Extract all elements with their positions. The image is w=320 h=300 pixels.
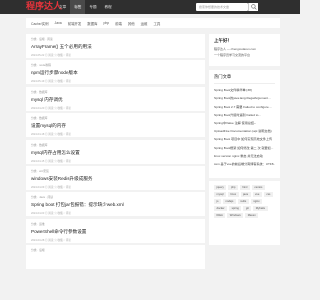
hot-article-link[interactable]: Spring Boot升级时遇到 Failed to... — [214, 112, 275, 117]
list-item[interactable]: 分类 · 数据库 mysql内存占用怎么设置 2024-04-15 ◎ 阅读 ☆… — [26, 139, 205, 164]
article-title[interactable]: Spring boot 打包jar包报错：提示缺少web.xml — [31, 202, 200, 208]
hot-article-link[interactable]: Spring Boot框架 如何修改 第二 次 就要如... — [214, 145, 275, 150]
list-item[interactable]: 分类 · node教程 npm运行步骤node版本 2024-05-19 ◎ 阅… — [26, 60, 205, 85]
tag-item[interactable]: mysql — [214, 192, 227, 197]
tag-item[interactable]: vue — [252, 192, 262, 197]
article-title[interactable]: 设置mysql的内存 — [31, 123, 200, 129]
list-item[interactable]: 分类 · 数据库 mysql 内存调优 2024-04-20 ◎ 阅读 ☆ 收藏… — [26, 86, 205, 111]
article-meta: 分类 · 后端 — [31, 248, 45, 253]
hot-articles-title: 热门文章 — [214, 74, 275, 84]
article-stats: 2024-03-28 ◎ 阅读 ☆ 收藏 ○ 评论 — [31, 238, 71, 242]
nav-tags[interactable]: 标签 — [70, 0, 86, 14]
nav-topics[interactable]: 专题 — [85, 0, 100, 14]
category-database[interactable]: 数据库 — [84, 21, 100, 26]
category-cache[interactable]: Cache/实例 — [28, 21, 52, 26]
article-title[interactable]: ArrayFrame() 五个必用的用法 — [31, 44, 200, 50]
tag-item[interactable]: java — [240, 192, 251, 197]
tag-item[interactable]: IDEA — [214, 213, 226, 218]
article-meta: 分类 · win安装 — [31, 168, 49, 173]
hot-article-link[interactable]: ssm 基于vue的前后端分离博客系统：UTF8... — [214, 161, 275, 166]
article-stats: 2024-05-19 ◎ 阅读 ☆ 收藏 ○ 评论 — [31, 80, 71, 84]
article-meta: 分类 · node教程 — [31, 63, 51, 68]
article-title[interactable]: mysql内存占用怎么设置 — [31, 150, 200, 156]
article-meta: 分类 · 数据库 — [31, 89, 48, 94]
category-bar: Cache/实例 Java 前端开发 数据库 php 前端 其他 运维 工具 — [26, 18, 280, 28]
tag-item[interactable]: jquery — [214, 185, 227, 190]
category-other[interactable]: 其他 — [125, 21, 138, 26]
hot-article-link[interactable]: Spring Boot 项目中 如何实现高效文件上传 — [214, 136, 275, 141]
category-tools[interactable]: 工具 — [150, 21, 163, 26]
tag-item[interactable]: docker — [214, 206, 228, 211]
nav-articles[interactable]: 文章 — [55, 0, 70, 14]
tag-item[interactable]: Windows — [227, 213, 244, 218]
hot-article-link[interactable]: Spring Boot 2.7 需要 Failed to configure .… — [214, 104, 275, 109]
tag-item[interactable]: js — [214, 199, 221, 204]
list-item[interactable]: 分类 · 后端 — [26, 245, 205, 270]
tag-item[interactable]: redis — [237, 199, 249, 204]
article-stats: 2024-04-20 ◎ 阅读 ☆ 收藏 ○ 评论 — [31, 106, 71, 110]
category-java[interactable]: Java — [52, 21, 65, 25]
top-navbar: 程序达人 文章 标签 专题 教程 搜索你想要的技术文章 — [0, 0, 300, 14]
list-item[interactable]: 分类 · 数据库 设置mysql的内存 2024-04-18 ◎ 阅读 ☆ 收藏… — [26, 113, 205, 138]
nav-tutorials[interactable]: 教程 — [101, 0, 116, 14]
article-meta: 分类 · 数据库 — [31, 142, 48, 147]
article-title[interactable]: mysql 内存调优 — [31, 97, 200, 103]
article-stats: 2024-04-09 ◎ 阅读 ☆ 收藏 ○ 评论 — [31, 185, 71, 189]
tag-item[interactable]: Maven — [245, 213, 259, 218]
article-title[interactable]: PowerShell命令行参数设置 — [31, 229, 200, 235]
welcome-card: 上午好！ 程序达人 — chengxudaren.com 一个程序员学习交流的平… — [209, 34, 280, 66]
tag-item[interactable]: Mybatis — [253, 206, 268, 211]
list-item[interactable]: 分类 · 运维 PowerShell命令行参数设置 2024-03-28 ◎ 阅… — [26, 218, 205, 243]
welcome-title: 上午好！ — [214, 38, 232, 43]
search-icon — [251, 4, 257, 10]
tag-cloud: jquery php html centos mysql linux java … — [214, 185, 275, 218]
tag-item[interactable]: php — [228, 185, 238, 190]
article-stats: 2024-04-15 ◎ 阅读 ☆ 收藏 ○ 评论 — [31, 159, 71, 163]
category-frontend-dev[interactable]: 前端开发 — [65, 21, 85, 26]
hot-articles-card: 热门文章 Spring Boot文件精华单 [38] Spring Boot的j… — [209, 70, 280, 178]
search-button[interactable] — [248, 3, 258, 11]
hot-article-link[interactable]: Spring中Value 注解 使用总结~ — [214, 120, 275, 125]
main-nav: 文章 标签 专题 教程 — [55, 0, 116, 14]
category-php[interactable]: php — [100, 21, 112, 25]
hot-article-link[interactable]: Spring Boot的java.lang.IllegalArgument... — [214, 95, 275, 100]
list-item[interactable]: 分类 · Java · 阅读 Spring boot 打包jar包报错：提示缺少… — [26, 192, 205, 217]
tag-cloud-card: jquery php html centos mysql linux java … — [209, 181, 280, 245]
list-item[interactable]: 分类 · win安装 windows安装Redis升级成服务 2024-04-0… — [26, 165, 205, 190]
tag-item[interactable]: spring — [229, 206, 242, 211]
tag-item[interactable]: css — [263, 192, 273, 197]
welcome-desc: 一个程序员学习交流的平台 — [214, 53, 251, 57]
article-stats: 2024-04-18 ◎ 阅读 ☆ 收藏 ○ 评论 — [31, 133, 71, 137]
hot-article-link[interactable]: UploadFive Documentation (api 说明文档) — [214, 128, 275, 133]
category-ops[interactable]: 运维 — [138, 21, 151, 26]
category-frontend[interactable]: 前端 — [112, 21, 125, 26]
tag-item[interactable]: nginx — [250, 199, 263, 204]
hot-article-link[interactable]: linux version nginx 重启 并无法启动 — [214, 153, 275, 158]
article-meta: 分类 · 运维 — [31, 221, 45, 226]
article-stats: 2024-04-03 ◎ 阅读 ☆ 收藏 ○ 评论 — [31, 212, 71, 216]
article-title[interactable]: windows安装Redis升级成服务 — [31, 176, 200, 182]
welcome-url: 程序达人 — chengxudaren.com — [214, 47, 257, 51]
article-meta: 分类 · 后端 · 阅读 — [31, 37, 53, 41]
article-title[interactable]: npm运行步骤node版本 — [31, 70, 200, 76]
hot-article-link[interactable]: Spring Boot文件精华单 [38] — [214, 87, 275, 92]
tag-item[interactable]: nodejs — [222, 199, 236, 204]
article-meta: 分类 · 数据库 — [31, 116, 48, 121]
article-list: 分类 · 后端 · 阅读 ArrayFrame() 五个必用的用法 2024-0… — [26, 34, 205, 272]
tag-item[interactable]: git — [243, 206, 252, 211]
search-input[interactable]: 搜索你想要的技术文章 — [196, 3, 248, 11]
article-meta: 分类 · Java · 阅读 — [31, 195, 54, 200]
tag-item[interactable]: centos — [251, 185, 265, 190]
list-item[interactable]: 分类 · 后端 · 阅读 ArrayFrame() 五个必用的用法 2024-0… — [26, 34, 205, 58]
tag-item[interactable]: linux — [228, 192, 239, 197]
article-stats: 2024-05-22 ◎ 阅读 ☆ 收藏 ○ 评论 — [31, 54, 71, 57]
tag-item[interactable]: html — [239, 185, 250, 190]
